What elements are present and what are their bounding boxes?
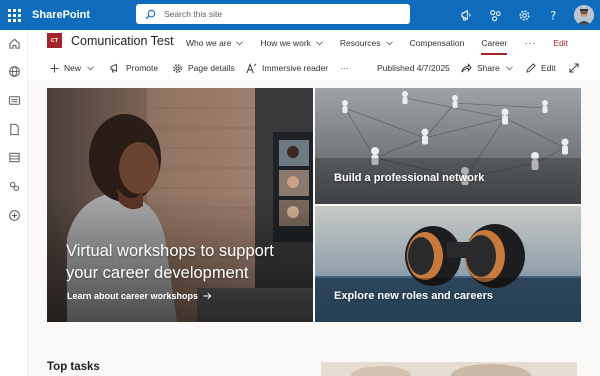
nav-more-button[interactable]: ··· bbox=[524, 38, 536, 48]
nav-item-how-we-work[interactable]: How we work bbox=[260, 38, 323, 48]
nav-item-label: How we work bbox=[260, 38, 311, 48]
nav-item-who-we-are[interactable]: Who we are bbox=[186, 38, 244, 48]
avatar[interactable] bbox=[574, 5, 594, 25]
nav-edit-link[interactable]: Edit bbox=[553, 38, 568, 48]
sharepoint-network-icon[interactable] bbox=[487, 7, 503, 23]
add-icon[interactable] bbox=[7, 208, 21, 222]
command-bar: New Promote Page details Immersive reade… bbox=[28, 56, 600, 80]
site-navigation: Who we are How we work Resources Compens… bbox=[186, 30, 568, 56]
more-commands-button[interactable]: ··· bbox=[340, 56, 349, 80]
hero-section: Virtual workshops to support your career… bbox=[47, 88, 581, 322]
promote-button[interactable]: Promote bbox=[110, 56, 158, 80]
search-input[interactable]: Search this site bbox=[164, 9, 222, 19]
site-header: CT Comunication Test Who we are How we w… bbox=[28, 30, 600, 56]
gear-icon bbox=[173, 63, 182, 73]
nav-item-label: Career bbox=[481, 38, 508, 48]
immersive-reader-button[interactable]: Immersive reader bbox=[246, 56, 328, 80]
hero-binoculars-image bbox=[315, 206, 581, 322]
suite-bar: SharePoint Search this site ? bbox=[0, 0, 600, 30]
site-logo[interactable]: CT bbox=[47, 33, 62, 48]
immersive-reader-label: Immersive reader bbox=[262, 63, 329, 73]
files-icon[interactable] bbox=[7, 122, 21, 136]
hero-tile-network[interactable]: Build a professional network bbox=[315, 88, 581, 204]
svg-text:?: ? bbox=[550, 9, 556, 21]
new-button[interactable]: New bbox=[50, 56, 99, 80]
chevron-down-icon bbox=[87, 65, 94, 70]
hero-tile-network-title[interactable]: Build a professional network bbox=[334, 172, 484, 184]
promote-label: Promote bbox=[126, 63, 159, 73]
hero-tile-roles[interactable]: Explore new roles and careers bbox=[315, 206, 581, 322]
share-button[interactable]: Share bbox=[461, 56, 518, 80]
bottom-image bbox=[321, 362, 577, 376]
edit-button[interactable]: Edit bbox=[526, 56, 556, 80]
hero-main-link-label: Learn about career workshops bbox=[67, 291, 199, 301]
lists-icon[interactable] bbox=[7, 150, 21, 164]
nav-item-label: Who we are bbox=[186, 38, 232, 48]
nav-item-label: Compensation bbox=[409, 38, 465, 48]
left-rail bbox=[0, 30, 28, 376]
app-launcher-icon[interactable] bbox=[0, 0, 28, 30]
published-status: Published 4/7/2025 bbox=[377, 63, 450, 73]
megaphone-icon[interactable] bbox=[458, 7, 474, 23]
hero-main-title[interactable]: Virtual workshops to support your career… bbox=[66, 240, 306, 284]
help-icon[interactable]: ? bbox=[545, 7, 561, 23]
gear-icon[interactable] bbox=[516, 7, 532, 23]
page-details-button[interactable]: Page details bbox=[172, 56, 235, 80]
arrow-right-icon bbox=[203, 292, 212, 300]
chevron-down-icon bbox=[236, 40, 244, 45]
section-title-top-tasks: Top tasks bbox=[47, 361, 100, 373]
nav-item-career[interactable]: Career bbox=[481, 38, 508, 55]
share-label: Share bbox=[477, 63, 500, 73]
nav-item-label: Resources bbox=[339, 38, 381, 48]
hero-main-image bbox=[47, 88, 313, 322]
chevron-down-icon bbox=[505, 65, 513, 70]
megaphone-icon bbox=[110, 63, 117, 73]
chevron-down-icon bbox=[316, 40, 323, 45]
chevron-down-icon bbox=[385, 40, 393, 45]
page-details-label: Page details bbox=[188, 63, 235, 73]
immersive-reader-icon bbox=[246, 62, 257, 73]
hero-tile-roles-title[interactable]: Explore new roles and careers bbox=[334, 290, 493, 302]
search-box[interactable]: Search this site bbox=[136, 4, 410, 24]
globe-icon[interactable] bbox=[7, 64, 21, 78]
hero-main-link[interactable]: Learn about career workshops bbox=[67, 291, 212, 301]
network-icon[interactable] bbox=[7, 179, 21, 193]
share-icon bbox=[461, 63, 472, 73]
expand-icon[interactable] bbox=[569, 56, 584, 80]
home-icon[interactable] bbox=[7, 36, 21, 50]
nav-item-resources[interactable]: Resources bbox=[340, 38, 393, 48]
hero-network-image bbox=[315, 88, 581, 204]
search-icon bbox=[145, 9, 156, 19]
nav-item-compensation[interactable]: Compensation bbox=[410, 38, 465, 48]
plus-icon bbox=[50, 63, 59, 73]
new-label: New bbox=[64, 63, 82, 73]
app-name[interactable]: SharePoint bbox=[32, 9, 90, 21]
pencil-icon bbox=[526, 63, 536, 73]
edit-label: Edit bbox=[541, 63, 556, 73]
site-title[interactable]: Comunication Test bbox=[71, 34, 174, 48]
news-icon[interactable] bbox=[7, 93, 21, 107]
hero-tile-main[interactable]: Virtual workshops to support your career… bbox=[47, 88, 313, 322]
